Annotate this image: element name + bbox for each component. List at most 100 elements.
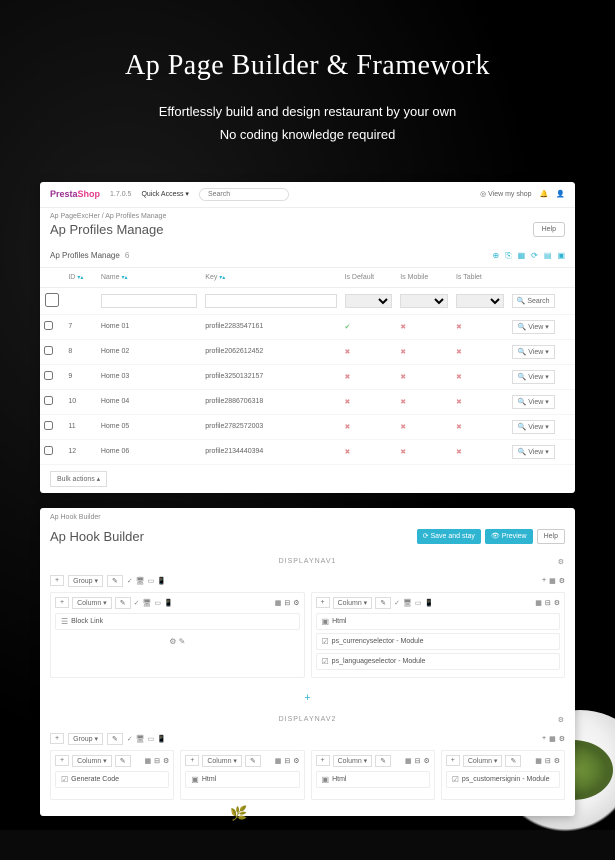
customer-signin-widget[interactable]: ☑ps_customersignin - Module [446, 771, 560, 788]
edit-icon[interactable]: ✎ [505, 755, 521, 767]
export-icon[interactable]: ▤ [544, 251, 552, 261]
add-icon[interactable]: ⊕ [493, 251, 500, 261]
save-and-stay-button[interactable]: ⟳ Save and stay [417, 529, 481, 544]
sql-icon[interactable]: ▣ [557, 251, 565, 261]
row-mobile[interactable]: ✖ [396, 339, 452, 364]
edit-icon[interactable]: ✎ [179, 637, 186, 646]
generate-code-widget[interactable]: ☑Generate Code [55, 771, 169, 788]
add-group-icon[interactable]: + [50, 575, 64, 586]
row-checkbox[interactable] [44, 371, 53, 380]
bulk-actions-button[interactable]: Bulk actions ▴ [50, 471, 107, 487]
view-button[interactable]: 🔍 View ▾ [512, 420, 555, 434]
refresh-icon[interactable]: ⟳ [531, 251, 538, 261]
column-dropdown[interactable]: Column ▾ [72, 755, 112, 767]
filter-mobile-select[interactable] [400, 294, 448, 308]
check-icon[interactable]: ✓ [127, 577, 133, 585]
add-row-button[interactable]: + [40, 686, 575, 710]
add-column-icon[interactable]: + [55, 597, 69, 608]
gear-icon[interactable]: ⚙ [169, 637, 176, 646]
sort-icon[interactable]: ▾▴ [121, 275, 127, 281]
row-tablet[interactable]: ✖ [452, 339, 508, 364]
filter-default-select[interactable] [345, 294, 393, 308]
row-mobile[interactable]: ✖ [396, 439, 452, 464]
html-widget[interactable]: ▣Html [316, 613, 561, 630]
view-button[interactable]: 🔍 View ▾ [512, 445, 555, 459]
edit-icon[interactable]: ✎ [375, 755, 391, 767]
group-dropdown[interactable]: Group ▾ [68, 733, 103, 745]
gear-icon[interactable]: ⚙ [558, 716, 565, 724]
help-button[interactable]: Help [533, 222, 565, 237]
row-mobile[interactable]: ✖ [396, 314, 452, 339]
add-column-icon[interactable]: + [185, 755, 199, 766]
grid-icon[interactable]: ▦ [549, 735, 556, 743]
edit-icon[interactable]: ✎ [375, 597, 391, 609]
grid-icon[interactable]: ▦ [518, 251, 526, 261]
view-shop-link[interactable]: ◎ View my shop [480, 190, 532, 198]
sort-icon[interactable]: ▾▴ [219, 275, 225, 281]
edit-icon[interactable]: ✎ [245, 755, 261, 767]
row-checkbox[interactable] [44, 321, 53, 330]
copy-icon[interactable]: ⎘ [505, 251, 511, 261]
help-button[interactable]: Help [537, 529, 565, 544]
mobile-icon[interactable]: 📱 [157, 577, 166, 585]
gear-icon[interactable]: ⚙ [559, 735, 565, 743]
html-widget[interactable]: ▣Html [316, 771, 430, 788]
plus-icon[interactable]: + [542, 735, 546, 743]
edit-icon[interactable]: ✎ [115, 597, 131, 609]
column-dropdown[interactable]: Column ▾ [333, 755, 373, 767]
html-widget[interactable]: ▣Html [185, 771, 299, 788]
gear-icon[interactable]: ⚙ [559, 577, 565, 585]
view-button[interactable]: 🔍 View ▾ [512, 370, 555, 384]
filter-tablet-select[interactable] [456, 294, 504, 308]
sort-icon[interactable]: ▾▴ [77, 275, 83, 281]
plus-icon[interactable]: + [542, 577, 546, 585]
row-tablet[interactable]: ✖ [452, 314, 508, 339]
add-column-icon[interactable]: + [316, 597, 330, 608]
column-dropdown[interactable]: Column ▾ [333, 597, 373, 609]
row-default[interactable]: ✔ [341, 314, 397, 339]
row-checkbox[interactable] [44, 421, 53, 430]
view-button[interactable]: 🔍 View ▾ [512, 320, 555, 334]
row-mobile[interactable]: ✖ [396, 389, 452, 414]
row-mobile[interactable]: ✖ [396, 364, 452, 389]
tablet-icon[interactable]: ▭ [148, 577, 155, 585]
filter-name-input[interactable] [101, 294, 197, 308]
view-button[interactable]: 🔍 View ▾ [512, 345, 555, 359]
currency-module-widget[interactable]: ☑ps_currencyselector - Module [316, 633, 561, 650]
grid-icon[interactable]: ▦ [549, 577, 556, 585]
gear-icon[interactable]: ⚙ [558, 558, 565, 566]
add-column-icon[interactable]: + [446, 755, 460, 766]
row-checkbox[interactable] [44, 396, 53, 405]
quick-access-menu[interactable]: Quick Access ▾ [141, 190, 188, 198]
row-tablet[interactable]: ✖ [452, 439, 508, 464]
row-default[interactable]: ✖ [341, 439, 397, 464]
view-button[interactable]: 🔍 View ▾ [512, 395, 555, 409]
row-checkbox[interactable] [44, 446, 53, 455]
block-link-widget[interactable]: ☰Block Link [55, 613, 300, 630]
edit-icon[interactable]: ✎ [115, 755, 131, 767]
row-mobile[interactable]: ✖ [396, 414, 452, 439]
search-button[interactable]: 🔍 Search [512, 294, 555, 308]
row-default[interactable]: ✖ [341, 414, 397, 439]
row-default[interactable]: ✖ [341, 389, 397, 414]
group-dropdown[interactable]: Group ▾ [68, 575, 103, 587]
add-group-icon[interactable]: + [50, 733, 64, 744]
select-all-checkbox[interactable] [44, 293, 60, 307]
add-column-icon[interactable]: + [55, 755, 69, 766]
search-input[interactable] [199, 188, 289, 201]
preview-button[interactable]: 👁 Preview [485, 529, 533, 544]
row-tablet[interactable]: ✖ [452, 414, 508, 439]
desktop-icon[interactable]: 🖥 [136, 577, 145, 585]
user-avatar-icon[interactable]: 👤 [556, 190, 565, 198]
edit-icon[interactable]: ✎ [107, 733, 123, 745]
column-dropdown[interactable]: Column ▾ [202, 755, 242, 767]
column-dropdown[interactable]: Column ▾ [463, 755, 503, 767]
column-dropdown[interactable]: Column ▾ [72, 597, 112, 609]
language-module-widget[interactable]: ☑ps_languageselector - Module [316, 653, 561, 670]
notification-bell-icon[interactable]: 🔔 [540, 190, 549, 198]
row-default[interactable]: ✖ [341, 364, 397, 389]
row-checkbox[interactable] [44, 346, 53, 355]
row-default[interactable]: ✖ [341, 339, 397, 364]
add-column-icon[interactable]: + [316, 755, 330, 766]
filter-key-input[interactable] [205, 294, 336, 308]
